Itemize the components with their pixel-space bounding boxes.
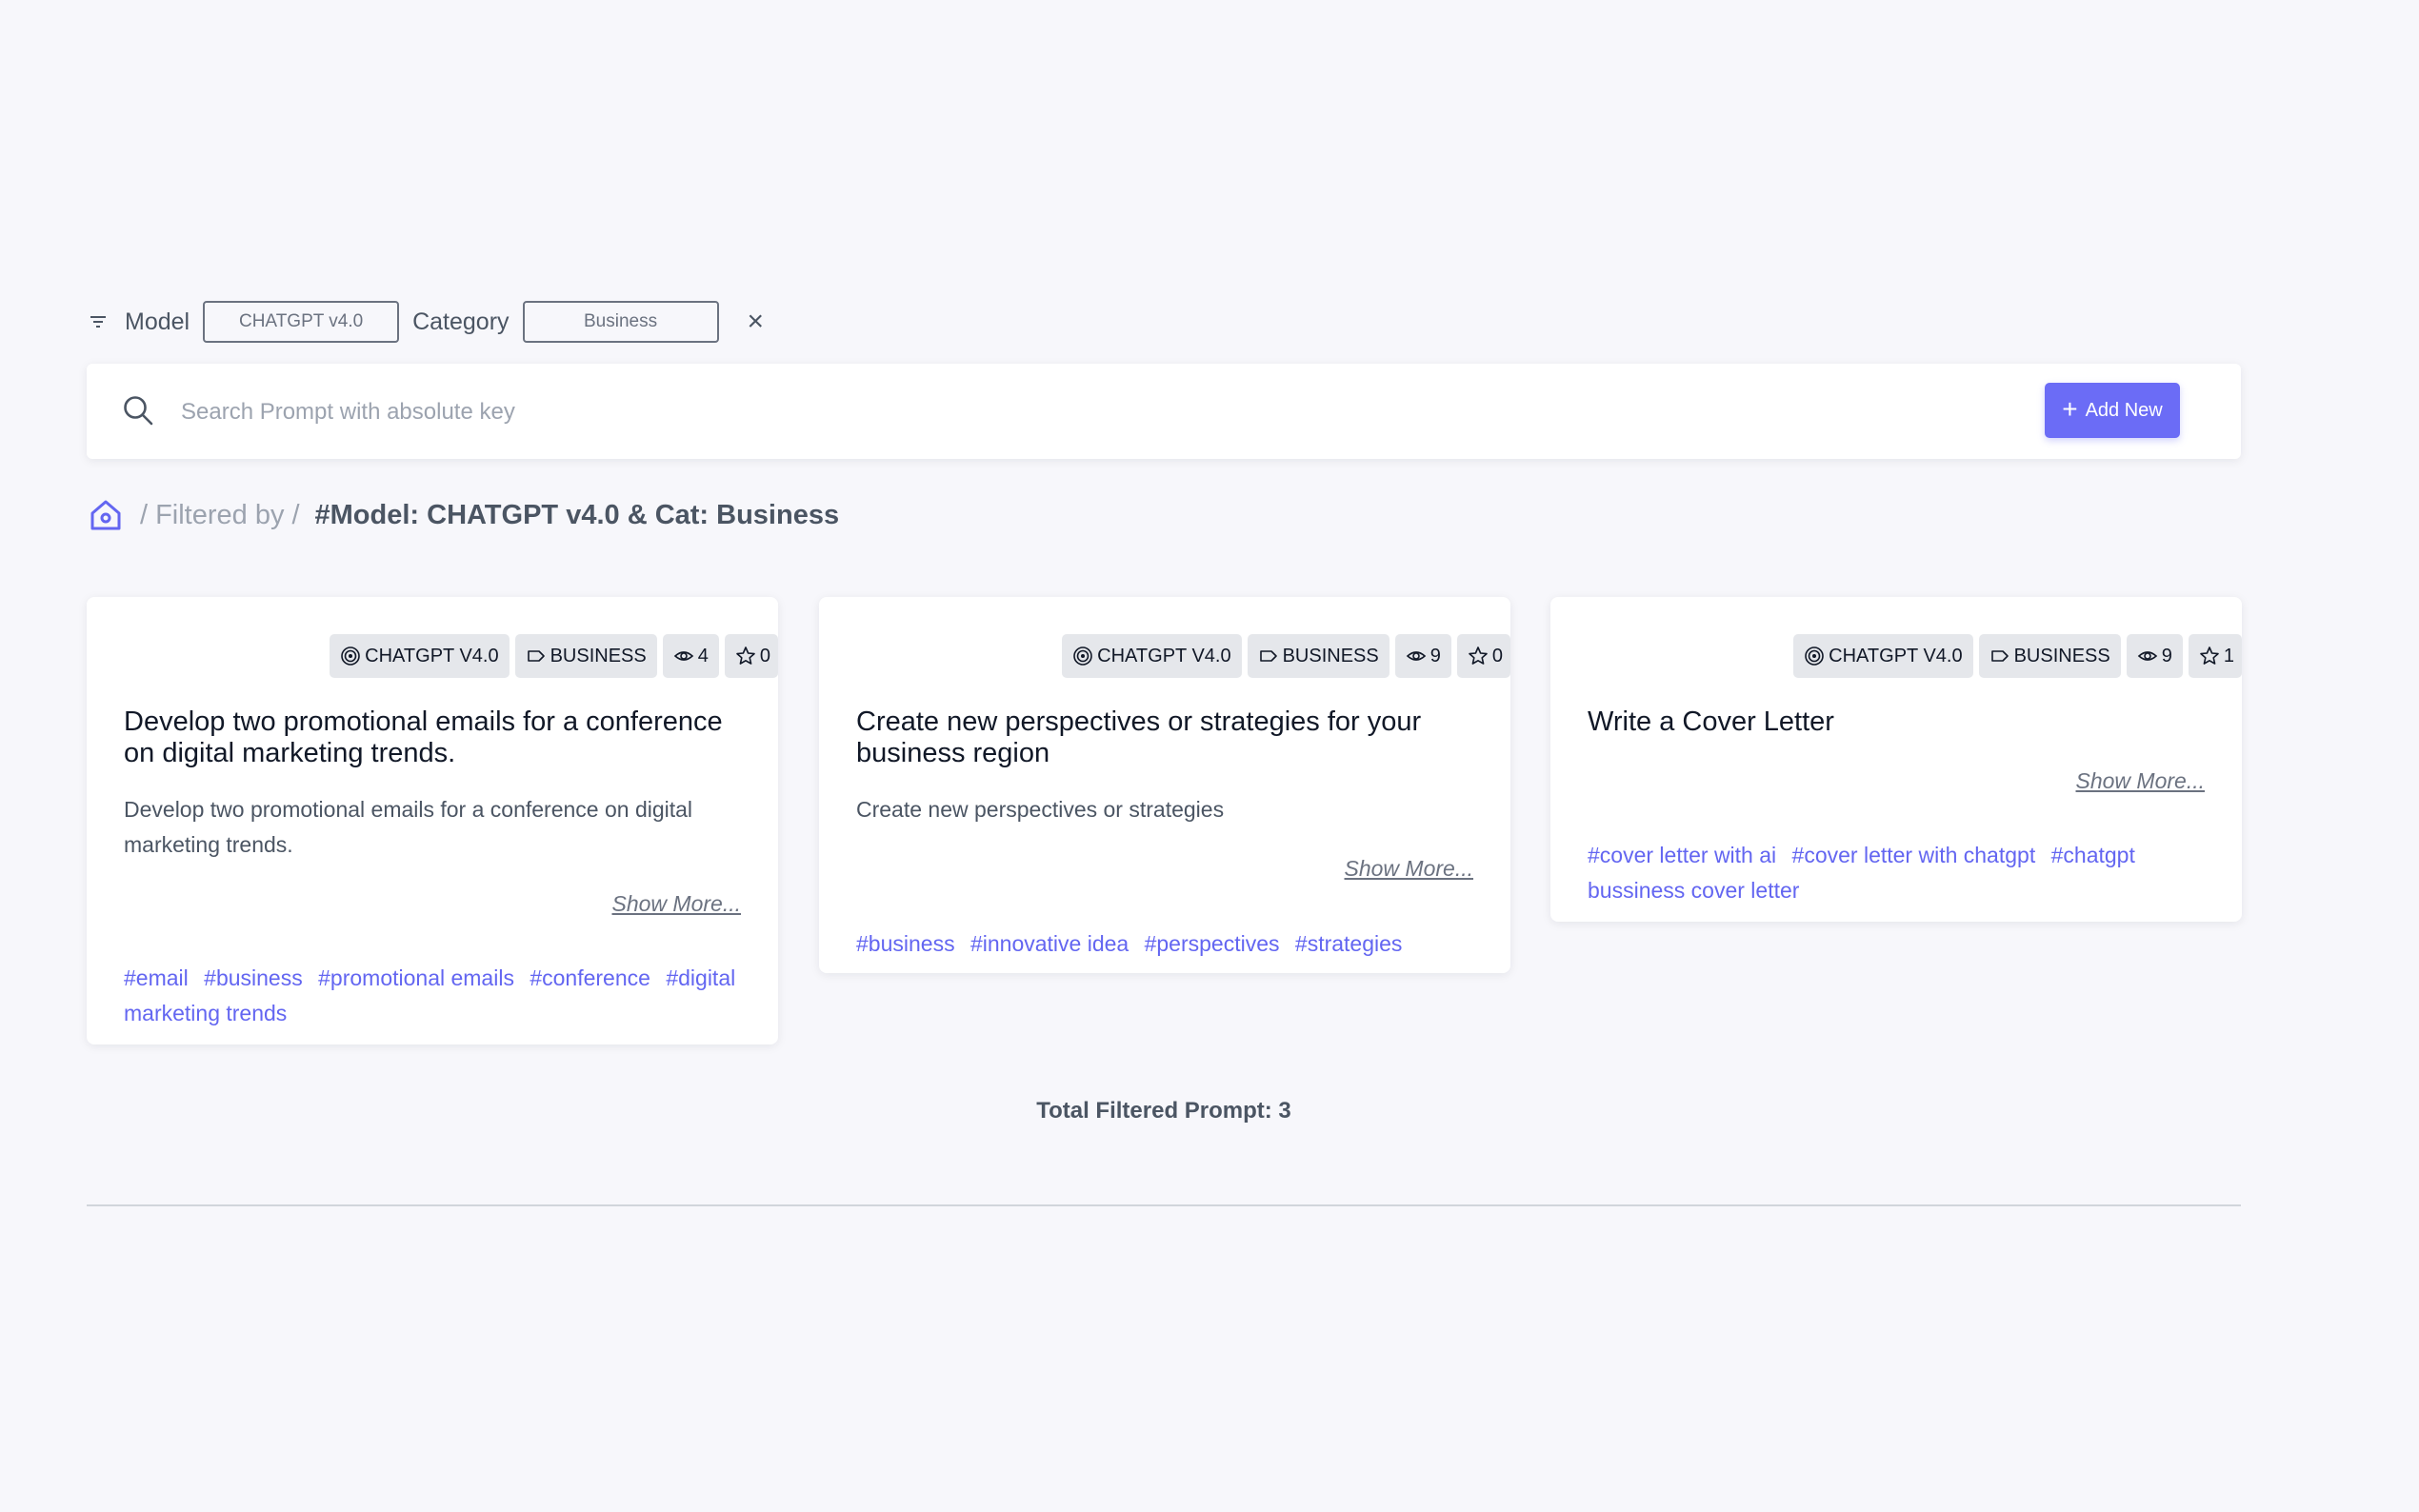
views-count: 9 <box>1429 645 1441 666</box>
target-icon <box>341 647 360 666</box>
category-badge-label: BUSINESS <box>2013 645 2110 666</box>
category-badge: BUSINESS <box>1247 634 1389 678</box>
home-icon[interactable] <box>89 498 123 532</box>
close-icon[interactable]: × <box>748 308 765 336</box>
tag-icon <box>1990 650 2009 662</box>
search-icon <box>122 394 154 427</box>
tag-icon <box>527 650 545 662</box>
card-title[interactable]: Develop two promotional emails for a con… <box>124 706 743 769</box>
model-badge-label: CHATGPT V4.0 <box>1829 645 1963 666</box>
card-badges: CHATGPT V4.0 BUSINESS 4 0 <box>330 634 778 678</box>
category-badge: BUSINESS <box>514 634 657 678</box>
model-badge: CHATGPT V4.0 <box>330 634 510 678</box>
filter-bar: Model CHATGPT v4.0 Category Business × <box>87 299 764 345</box>
card-description: Create new perspectives or strategies <box>856 797 1225 822</box>
breadcrumb-separator: / <box>291 499 300 530</box>
prompt-card[interactable]: CHATGPT V4.0 BUSINESS 4 0 Develop two pr… <box>87 597 778 1044</box>
show-more-link[interactable]: Show More... <box>1345 856 1474 882</box>
card-title[interactable]: Write a Cover Letter <box>1588 706 2207 738</box>
breadcrumb-current: #Model: CHATGPT v4.0 & Cat: Business <box>314 499 840 530</box>
card-badges: CHATGPT V4.0 BUSINESS 9 1 <box>1793 634 2242 678</box>
tag-link[interactable]: #email <box>124 965 189 990</box>
eye-icon <box>2137 651 2157 661</box>
search-bar: + Add New <box>87 364 2241 459</box>
breadcrumb: / Filtered by / #Model: CHATGPT v4.0 & C… <box>89 493 839 537</box>
model-filter-select[interactable]: CHATGPT v4.0 <box>203 301 400 343</box>
category-badge-label: BUSINESS <box>550 645 647 666</box>
tag-link[interactable]: #cover letter with ai <box>1588 843 1776 867</box>
views-badge: 9 <box>2126 634 2183 678</box>
card-tags: #email #business #promotional emails #co… <box>124 961 752 1031</box>
breadcrumb-filtered-by: Filtered by <box>155 499 285 530</box>
target-icon <box>1805 647 1824 666</box>
add-new-button[interactable]: + Add New <box>2045 383 2180 438</box>
tag-link[interactable]: #business <box>856 931 955 956</box>
model-badge: CHATGPT V4.0 <box>1793 634 1973 678</box>
tag-link[interactable]: #innovative idea <box>970 931 1129 956</box>
model-badge: CHATGPT V4.0 <box>1062 634 1242 678</box>
model-badge-label: CHATGPT V4.0 <box>365 645 499 666</box>
category-badge-label: BUSINESS <box>1282 645 1379 666</box>
category-badge: BUSINESS <box>1978 634 2121 678</box>
tag-link[interactable]: #perspectives <box>1145 931 1280 956</box>
card-badges: CHATGPT V4.0 BUSINESS 9 0 <box>1062 634 1510 678</box>
plus-icon: + <box>2062 393 2078 424</box>
tag-link[interactable]: #cover letter with chatgpt <box>1792 843 2036 867</box>
total-filtered-count: Total Filtered Prompt: 3 <box>1036 1098 1291 1124</box>
prompt-card[interactable]: CHATGPT V4.0 BUSINESS 9 0 Create new per… <box>819 597 1510 973</box>
search-input[interactable] <box>179 388 1992 436</box>
tag-link[interactable]: #promotional emails <box>318 965 514 990</box>
stars-count: 0 <box>1491 645 1503 666</box>
stars-count: 0 <box>759 645 770 666</box>
views-badge: 4 <box>662 634 719 678</box>
card-title[interactable]: Create new perspectives or strategies fo… <box>856 706 1475 769</box>
category-filter-label: Category <box>412 308 510 335</box>
filter-icon <box>87 310 110 333</box>
add-new-label: Add New <box>2085 399 2163 421</box>
tag-link[interactable]: #business <box>204 965 303 990</box>
show-more-link[interactable]: Show More... <box>2076 768 2206 794</box>
page: Model CHATGPT v4.0 Category Business × +… <box>0 0 2419 1512</box>
tag-link[interactable]: #strategies <box>1295 931 1403 956</box>
divider <box>87 1204 2241 1206</box>
breadcrumb-separator: / <box>140 499 149 530</box>
views-count: 4 <box>697 645 709 666</box>
views-count: 9 <box>2161 645 2172 666</box>
eye-icon <box>673 651 693 661</box>
views-badge: 9 <box>1394 634 1451 678</box>
model-badge-label: CHATGPT V4.0 <box>1097 645 1231 666</box>
stars-badge[interactable]: 1 <box>2188 634 2242 678</box>
stars-badge[interactable]: 0 <box>724 634 778 678</box>
show-more-link[interactable]: Show More... <box>612 891 742 917</box>
stars-badge[interactable]: 0 <box>1456 634 1510 678</box>
category-filter-select[interactable]: Business <box>522 301 719 343</box>
card-tags: #business #innovative idea #perspectives… <box>856 926 1485 962</box>
target-icon <box>1073 647 1092 666</box>
card-description: Develop two promotional emails for a con… <box>124 797 693 857</box>
model-filter-label: Model <box>125 308 190 335</box>
card-tags: #cover letter with ai #cover letter with… <box>1588 838 2216 908</box>
star-icon <box>736 647 755 665</box>
tag-link[interactable]: #conference <box>530 965 650 990</box>
prompt-card[interactable]: CHATGPT V4.0 BUSINESS 9 1 Write a Cover … <box>1550 597 2242 922</box>
star-icon <box>2200 647 2219 665</box>
tag-icon <box>1259 650 1277 662</box>
eye-icon <box>1406 651 1426 661</box>
stars-count: 1 <box>2223 645 2234 666</box>
star-icon <box>1469 647 1488 665</box>
